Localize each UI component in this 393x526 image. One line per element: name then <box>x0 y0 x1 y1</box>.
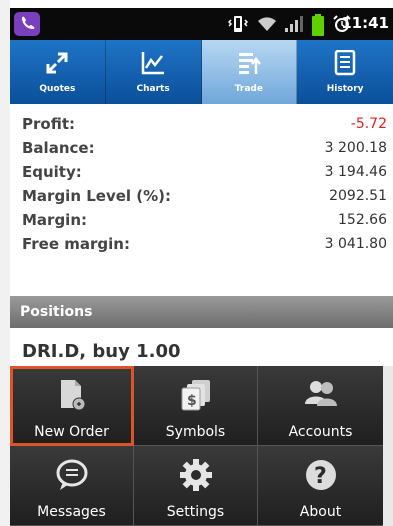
summary-label: Margin: <box>22 211 88 229</box>
position-item[interactable]: DRI.D, buy 1.00 <box>10 338 393 366</box>
summary-label: Margin Level (%): <box>22 187 172 205</box>
settings-icon <box>179 459 212 491</box>
menu-item-label: About <box>299 504 342 520</box>
menu-item-label: Settings <box>166 504 225 520</box>
margin-level-value: 2092.51 <box>329 188 387 204</box>
tab-quotes[interactable]: Quotes <box>10 40 106 104</box>
margin-value: 152.66 <box>338 212 387 228</box>
messages-icon <box>56 459 87 490</box>
wifi-icon <box>258 17 276 31</box>
summary-label: Balance: <box>22 139 95 157</box>
about-icon: ? <box>305 460 336 490</box>
screen-edge <box>383 366 393 526</box>
summary-row-equity: Equity: 3 194.46 <box>10 160 393 184</box>
symbols-icon: $ <box>181 380 210 411</box>
charts-icon <box>141 52 165 75</box>
history-icon <box>334 50 356 76</box>
free-margin-value: 3 041.80 <box>324 236 387 252</box>
summary-row-margin: Margin: 152.66 <box>10 208 393 232</box>
menu-item-settings[interactable]: Settings <box>134 446 258 526</box>
equity-value: 3 194.46 <box>324 164 387 180</box>
summary-label: Free margin: <box>22 235 130 253</box>
quotes-icon <box>46 52 68 74</box>
menu-item-label: Messages <box>37 504 106 520</box>
svg-text:$: $ <box>187 393 197 409</box>
vibrate-icon <box>228 16 248 32</box>
summary-label: Profit: <box>22 115 75 133</box>
tab-history-label: History <box>326 84 364 94</box>
balance-value: 3 200.18 <box>324 140 387 156</box>
menu-item-symbols[interactable]: $ Symbols <box>134 366 258 446</box>
options-menu: New Order $ Symbols Accounts Messages Se… <box>10 366 383 526</box>
menu-item-messages[interactable]: Messages <box>10 446 134 526</box>
tab-trade-label: Trade <box>234 84 263 94</box>
summary-row-free-margin: Free margin: 3 041.80 <box>10 232 393 256</box>
status-bar: 11:41 <box>10 8 393 40</box>
svg-text:?: ? <box>314 464 327 489</box>
summary-row-balance: Balance: 3 200.18 <box>10 136 393 160</box>
profit-value: -5.72 <box>350 116 387 132</box>
signal-icon <box>285 16 303 32</box>
menu-item-about[interactable]: ? About <box>258 446 383 526</box>
tab-bar: Quotes Charts Trade History <box>10 40 393 104</box>
menu-item-new-order[interactable]: New Order <box>10 366 134 446</box>
new-order-icon <box>60 380 85 411</box>
position-title: DRI.D, buy 1.00 <box>22 341 181 362</box>
summary-row-margin-level: Margin Level (%): 2092.51 <box>10 184 393 208</box>
menu-item-label: New Order <box>34 424 109 440</box>
battery-icon <box>312 14 324 36</box>
summary-row-profit: Profit: -5.72 <box>10 112 393 136</box>
screen-edge <box>0 0 10 526</box>
account-summary: Profit: -5.72 Balance: 3 200.18 Equity: … <box>10 112 393 256</box>
accounts-icon <box>304 381 337 406</box>
trade-icon <box>238 53 261 74</box>
menu-item-label: Accounts <box>288 424 353 440</box>
viber-notification-icon <box>14 12 40 36</box>
tab-quotes-label: Quotes <box>39 84 76 94</box>
tab-charts[interactable]: Charts <box>106 40 202 104</box>
tab-history[interactable]: History <box>297 40 393 104</box>
tab-charts-label: Charts <box>136 84 170 94</box>
summary-label: Equity: <box>22 163 82 181</box>
menu-item-label: Symbols <box>165 424 226 440</box>
tab-trade[interactable]: Trade <box>201 40 298 104</box>
menu-item-accounts[interactable]: Accounts <box>258 366 383 446</box>
positions-header: Positions <box>10 296 393 328</box>
clock: 11:41 <box>341 14 389 32</box>
